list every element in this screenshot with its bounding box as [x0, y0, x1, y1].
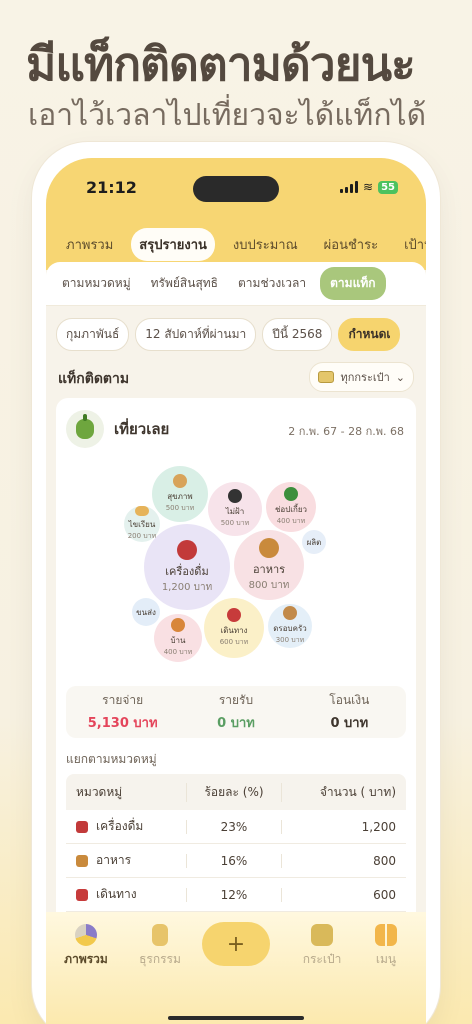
tab-overview[interactable]: ภาพรวม: [58, 228, 121, 261]
bubble-icon: [283, 606, 297, 620]
date-range: 2 ก.พ. 67 - 28 ก.พ. 68: [288, 425, 404, 438]
table-row[interactable]: เครื่องดื่ม 23% 1,200: [66, 810, 406, 844]
bubble-family[interactable]: ดรอบครัว 300 บาท: [268, 604, 312, 648]
bubble-icon: [259, 537, 279, 558]
header-category: หมวดหมู่: [76, 784, 123, 799]
totals-summary: รายจ่าย 5,130 บาท รายรับ 0 บาท โอนเงิน 0…: [66, 686, 406, 738]
tab-bar-menu[interactable]: เมนู: [354, 924, 418, 969]
table-row[interactable]: เดินทาง 12% 600: [66, 878, 406, 912]
bottom-tab-bar: ภาพรวม ธุรกรรม + กระเป๋า เมนู: [46, 912, 426, 1024]
header-amount: จำนวน ( บาท): [281, 782, 406, 802]
bubble-icon: [177, 539, 197, 560]
home-indicator: [168, 1016, 304, 1020]
app-screen: 21:12 ≋ 55 ภาพรวม สรุปรายงาน งบประมาณ ผ่…: [46, 158, 426, 1024]
category-table: หมวดหมู่ ร้อยละ (%) จำนวน ( บาท) เครื่อง…: [66, 774, 406, 912]
total-expense: รายจ่าย 5,130 บาท: [87, 693, 158, 731]
wallet-icon: [311, 924, 333, 946]
total-transfer: โอนเงิน 0 บาท: [329, 693, 370, 731]
tab-bar-overview[interactable]: ภาพรวม: [54, 924, 118, 969]
tag-card-header[interactable]: เที่ยวเลย: [66, 410, 169, 448]
bubble-icon: [228, 489, 242, 503]
food-bowl-icon: [76, 854, 88, 867]
total-income: รายรับ 0 บาท: [217, 693, 255, 731]
tab-report-summary[interactable]: สรุปรายงาน: [131, 227, 215, 261]
battery-icon: 55: [378, 180, 398, 194]
chevron-down-icon: ⌄: [395, 370, 405, 384]
income-value: 0 บาท: [217, 716, 255, 731]
tab-goals[interactable]: เป้าหม: [396, 228, 426, 261]
bubble-food[interactable]: อาหาร 800 บาท: [234, 530, 304, 600]
status-time: 21:12: [86, 178, 137, 197]
subtab-by-category[interactable]: ตามหมวดหมู่: [56, 268, 137, 299]
bubble-health[interactable]: สุขภาพ 500 บาท: [152, 466, 208, 522]
bubble-drinks[interactable]: เครื่องดื่ม 1,200 บาท: [144, 524, 230, 610]
pie-chart-icon: [75, 924, 97, 946]
report-panel: ตามหมวดหมู่ ทรัพย์สินสุทธิ ตามช่วงเวลา ต…: [46, 262, 426, 1024]
bubble-icon: [171, 618, 185, 632]
receipt-icon: [152, 924, 168, 946]
drink-icon: [76, 820, 88, 833]
table-row[interactable]: อาหาร 16% 800: [66, 844, 406, 878]
filter-february[interactable]: กุมภาพันธ์: [56, 318, 130, 351]
bubble-icon: [284, 487, 298, 501]
bubble-education[interactable]: ไขเรียน 200 บาท: [124, 506, 160, 542]
tab-budget[interactable]: งบประมาณ: [225, 228, 306, 261]
wallet-icon: [318, 371, 335, 383]
bubble-home[interactable]: บ้าน 400 บาท: [154, 614, 202, 662]
sub-tabs: ตามหมวดหมู่ ทรัพย์สินสุทธิ ตามช่วงเวลา ต…: [46, 262, 426, 306]
bubble-transport[interactable]: ขนส่ง: [132, 598, 160, 626]
dynamic-island: [193, 176, 279, 202]
grid-menu-icon: [375, 924, 397, 946]
table-header: หมวดหมู่ ร้อยละ (%) จำนวน ( บาท): [66, 774, 406, 810]
signal-icon: [340, 181, 359, 193]
tab-installments[interactable]: ผ่อนชำระ: [316, 228, 386, 261]
period-filters: กุมภาพันธ์ 12 สัปดาห์ที่ผ่านมา ปีนี้ 256…: [56, 318, 401, 351]
status-icons: ≋ 55: [340, 180, 398, 194]
bubble-shopping[interactable]: ช่อปเกี้ยว 400 บาท: [266, 482, 316, 532]
filter-12-weeks[interactable]: 12 สัปดาห์ที่ผ่านมา: [135, 318, 257, 351]
add-transaction-button[interactable]: +: [202, 922, 270, 966]
bubble-icon: [173, 474, 187, 488]
bubble-chart: สุขภาพ 500 บาท ไม่ฝ้า 500 บาท ช่อปเกี้ยว…: [56, 458, 416, 668]
wallet-select[interactable]: ทุกกระเป๋า ⌄: [309, 362, 414, 392]
bubble-produce[interactable]: ผลิต: [302, 530, 326, 554]
wifi-icon: ≋: [363, 180, 374, 194]
subtab-net-worth[interactable]: ทรัพย์สินสุทธิ: [145, 268, 224, 299]
tab-bar-transactions[interactable]: ธุรกรรม: [128, 924, 192, 969]
header-percent: ร้อยละ (%): [186, 782, 281, 802]
expense-value: 5,130 บาท: [87, 716, 158, 731]
bubble-icon: [135, 506, 149, 516]
filter-custom[interactable]: กำหนดเ: [338, 318, 401, 351]
bubble-icon: [227, 608, 241, 622]
train-icon: [76, 888, 88, 901]
filter-this-year[interactable]: ปีนี้ 2568: [262, 318, 333, 351]
subtab-by-period[interactable]: ตามช่วงเวลา: [232, 268, 312, 299]
bell-pepper-icon: [66, 410, 104, 448]
transfer-value: 0 บาท: [330, 716, 369, 731]
bubble-misc[interactable]: ไม่ฝ้า 500 บาท: [208, 482, 262, 536]
bubble-travel[interactable]: เดินทาง 600 บาท: [204, 598, 264, 658]
wallet-select-label: ทุกกระเป๋า: [340, 371, 390, 384]
top-bar: 21:12 ≋ 55 ภาพรวม สรุปรายงาน งบประมาณ ผ่…: [46, 158, 426, 270]
subheadline: เอาไว้เวลาไปเที่ยวจะได้แท็กได้: [28, 98, 427, 133]
phone-frame: 21:12 ≋ 55 ภาพรวม สรุปรายงาน งบประมาณ ผ่…: [32, 142, 440, 1024]
subtab-by-tag[interactable]: ตามแท็ก: [320, 267, 386, 300]
section-title: แท็กติดตาม: [58, 371, 130, 387]
tag-name: เที่ยวเลย: [114, 420, 170, 438]
breakdown-title: แยกตามหมวดหมู่: [66, 752, 157, 766]
headline: มีแท็กติดตามด้วยนะ: [26, 37, 416, 91]
tab-bar-wallet[interactable]: กระเป๋า: [290, 924, 354, 969]
main-tabs: ภาพรวม สรุปรายงาน งบประมาณ ผ่อนชำระ เป้า…: [46, 224, 426, 264]
